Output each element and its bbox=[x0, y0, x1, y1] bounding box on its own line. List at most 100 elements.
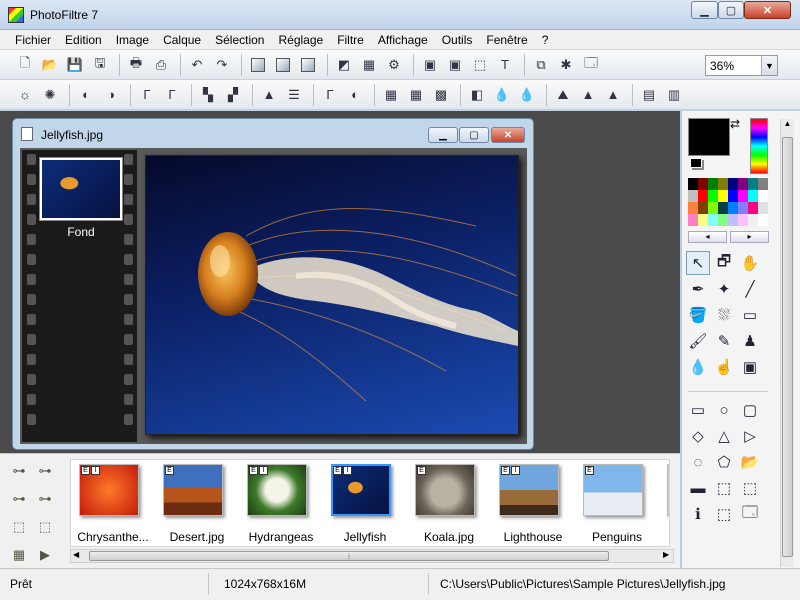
hand-tool-icon[interactable]: ✋ bbox=[738, 251, 762, 275]
redo-icon[interactable]: ↷ bbox=[211, 54, 233, 76]
image-canvas[interactable] bbox=[145, 155, 519, 435]
thumbnail-item[interactable]: EI Chrysanthe... bbox=[71, 460, 151, 546]
paste-new-icon[interactable] bbox=[297, 54, 319, 76]
crop-selection-icon[interactable]: ⬚ bbox=[712, 502, 736, 526]
folder-tree-icon[interactable]: ⊶ bbox=[8, 460, 30, 482]
ratio-32-icon[interactable]: ⬚ bbox=[738, 476, 762, 500]
open-shape-icon[interactable]: 📂 bbox=[738, 450, 762, 474]
copy-image-icon[interactable] bbox=[272, 54, 294, 76]
color-spectrum[interactable] bbox=[750, 118, 768, 174]
menu-reglage[interactable]: Réglage bbox=[271, 30, 330, 50]
color-palette[interactable] bbox=[688, 178, 768, 226]
grid-view-icon[interactable]: ▦ bbox=[8, 544, 30, 566]
close-button[interactable]: ✕ bbox=[744, 1, 791, 19]
thumbnail-item[interactable]: EI Lighthouse bbox=[491, 460, 571, 546]
saturation-minus-icon[interactable]: ▚ bbox=[197, 84, 219, 106]
diamond-shape-icon[interactable]: ◇ bbox=[686, 424, 710, 448]
contrast-plus-icon[interactable]: ◑ bbox=[100, 84, 122, 106]
levels-icon[interactable]: ☰ bbox=[283, 84, 305, 106]
scroll-up-icon[interactable]: ▲ bbox=[781, 119, 794, 133]
contrast-minus-icon[interactable]: ◐ bbox=[75, 84, 97, 106]
maximize-button[interactable]: ▢ bbox=[718, 1, 744, 19]
zoom-tool-icon[interactable]: 🗗 bbox=[712, 251, 736, 275]
folder-tree2-icon[interactable]: ⊶ bbox=[34, 460, 56, 482]
eraser-tool-icon[interactable]: ▭ bbox=[738, 303, 762, 327]
foreground-color[interactable] bbox=[688, 118, 730, 156]
thumbnail-item[interactable]: EI Hydrangeas bbox=[239, 460, 319, 546]
stamp-tool-icon[interactable]: ♟ bbox=[738, 329, 762, 353]
gamma-minus-icon[interactable]: Γ bbox=[136, 84, 158, 106]
drop-icon[interactable]: 💧 bbox=[491, 84, 513, 106]
thumbnail-item[interactable]: E Koala.jpg bbox=[407, 460, 487, 546]
fill-tool-icon[interactable]: 🪣 bbox=[686, 303, 710, 327]
scroll-thumb[interactable]: ⦙ bbox=[89, 551, 609, 561]
smudge-tool-icon[interactable]: ☝ bbox=[712, 355, 736, 379]
minimize-button[interactable]: ▁ bbox=[691, 1, 718, 19]
paste-image-icon[interactable] bbox=[247, 54, 269, 76]
selection-folder2-icon[interactable]: ⬚ bbox=[34, 516, 56, 538]
texture-icon[interactable]: ▩ bbox=[430, 84, 452, 106]
open-folder-icon[interactable]: 📂 bbox=[39, 54, 61, 76]
scroll-thumb[interactable] bbox=[782, 137, 793, 557]
polygon-lasso-icon[interactable]: ⬠ bbox=[712, 450, 736, 474]
blur-icon[interactable]: ◧ bbox=[466, 84, 488, 106]
color-balance-icon[interactable]: ▤ bbox=[638, 84, 660, 106]
module-icon[interactable]: ▣ bbox=[419, 54, 441, 76]
landscape-icon[interactable]: ⛰ bbox=[552, 84, 574, 106]
menu-fichier[interactable]: Fichier bbox=[8, 30, 58, 50]
brightness-plus-icon[interactable]: ✺ bbox=[39, 84, 61, 106]
folder-save-icon[interactable]: ⊶ bbox=[34, 488, 56, 510]
selection-folder-icon[interactable]: ⬚ bbox=[8, 516, 30, 538]
pattern-filter-icon[interactable]: ▦ bbox=[380, 84, 402, 106]
pattern-icon[interactable]: ▦ bbox=[358, 54, 380, 76]
scroll-right-icon[interactable]: ▶ bbox=[663, 550, 669, 559]
thumbnail-item[interactable]: EI Jellyfish bbox=[323, 460, 403, 546]
zoom-combobox[interactable]: 36% ▼ bbox=[705, 55, 778, 76]
menu-affichage[interactable]: Affichage bbox=[371, 30, 435, 50]
gradient-icon[interactable]: ▥ bbox=[663, 84, 685, 106]
text-icon[interactable]: T bbox=[494, 54, 516, 76]
ratio-43-icon[interactable]: ⬚ bbox=[712, 476, 736, 500]
module2-icon[interactable]: ▣ bbox=[444, 54, 466, 76]
doc-minimize-button[interactable]: ▁ bbox=[428, 127, 458, 143]
clone-tool-icon[interactable]: ▣ bbox=[738, 355, 762, 379]
scroll-left-icon[interactable]: ◀ bbox=[73, 550, 79, 559]
brightness-minus-icon[interactable]: ☼ bbox=[14, 84, 36, 106]
scan-icon[interactable]: ⎙ bbox=[150, 54, 172, 76]
auto-contrast-icon[interactable]: ◐ bbox=[344, 84, 366, 106]
document-window[interactable]: Jellyfish.jpg ▁ ▢ ✕ Fond bbox=[12, 118, 534, 450]
saturation-plus-icon[interactable]: ▞ bbox=[222, 84, 244, 106]
menu-selection[interactable]: Sélection bbox=[208, 30, 271, 50]
doc-close-button[interactable]: ✕ bbox=[491, 127, 525, 143]
eyedropper-tool-icon[interactable]: ✒ bbox=[686, 277, 710, 301]
menu-edition[interactable]: Edition bbox=[58, 30, 109, 50]
chevron-down-icon[interactable]: ▼ bbox=[761, 56, 777, 75]
thumbnail-item[interactable]: E Penguins bbox=[575, 460, 655, 546]
spray-tool-icon[interactable]: ⛆ bbox=[712, 303, 736, 327]
folder-up-icon[interactable]: ⊶ bbox=[8, 488, 30, 510]
palette-next-button[interactable]: ▸ bbox=[730, 231, 769, 243]
triangle-right-shape-icon[interactable]: ▷ bbox=[738, 424, 762, 448]
plugins-icon[interactable]: ✱ bbox=[555, 54, 577, 76]
menu-outils[interactable]: Outils bbox=[435, 30, 480, 50]
triangle-shape-icon[interactable]: △ bbox=[712, 424, 736, 448]
layer-thumbnail[interactable] bbox=[40, 158, 122, 220]
thumbnail-list[interactable]: EI Chrysanthe... E Desert.jpg EI Hydrang… bbox=[70, 459, 670, 547]
window-selection-icon[interactable]: 🗔 bbox=[738, 502, 762, 526]
undo-icon[interactable]: ↶ bbox=[186, 54, 208, 76]
window-icon[interactable]: 🗔 bbox=[580, 54, 602, 76]
panel-scrollbar[interactable]: ▲ bbox=[780, 119, 794, 567]
mosaic-icon[interactable]: ▦ bbox=[405, 84, 427, 106]
histogram-icon[interactable]: ▲ bbox=[258, 84, 280, 106]
info-selection-icon[interactable]: ℹ bbox=[686, 502, 710, 526]
menu-calque[interactable]: Calque bbox=[156, 30, 208, 50]
line-tool-icon[interactable]: ╱ bbox=[738, 277, 762, 301]
palette-prev-button[interactable]: ◂ bbox=[688, 231, 727, 243]
magic-wand-tool-icon[interactable]: ✦ bbox=[712, 277, 736, 301]
emboss-icon[interactable]: ▲ bbox=[577, 84, 599, 106]
thumbnail-item[interactable] bbox=[659, 460, 669, 546]
print-icon[interactable]: 🖶 bbox=[125, 54, 147, 76]
lasso-icon[interactable]: ◌ bbox=[686, 450, 710, 474]
blur-tool-icon[interactable]: 💧 bbox=[686, 355, 710, 379]
menu-help[interactable]: ? bbox=[535, 30, 556, 50]
